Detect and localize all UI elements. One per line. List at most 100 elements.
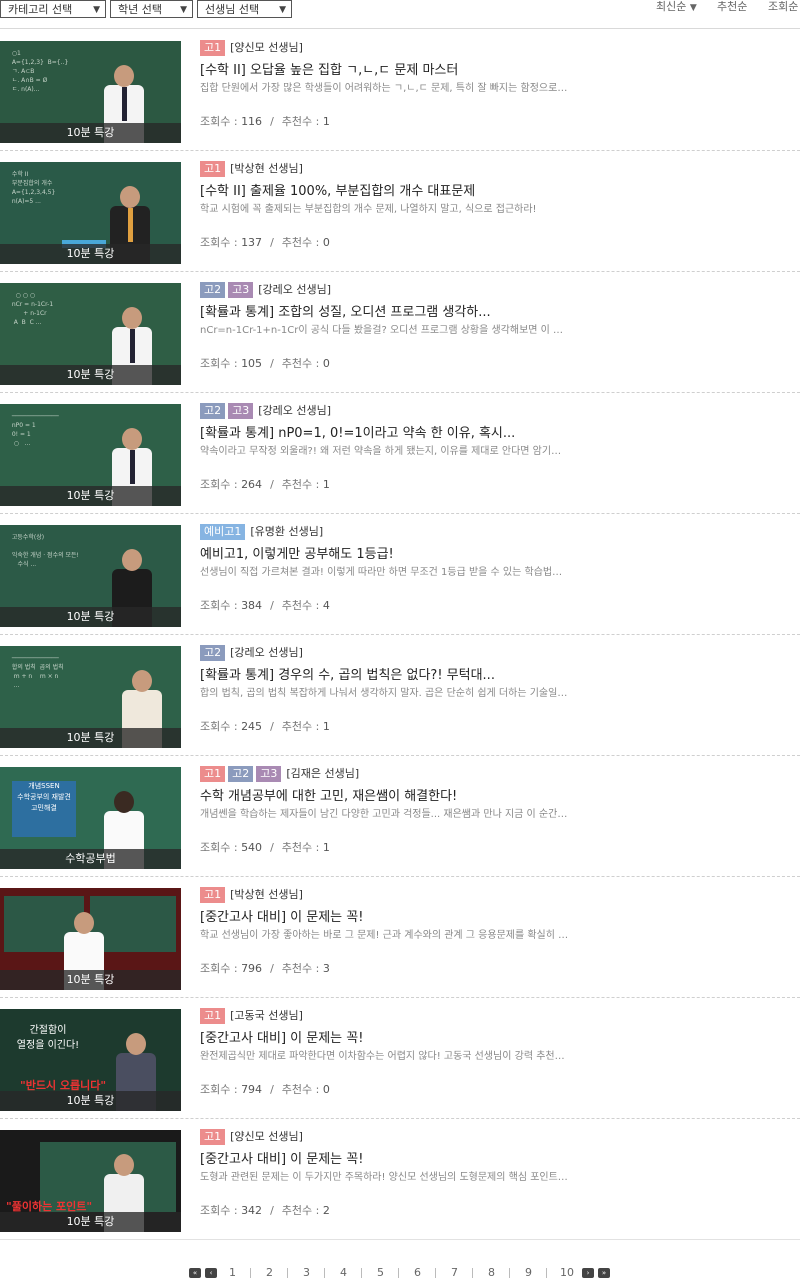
lecture-description: 집합 단원에서 가장 많은 학생들이 어려워하는 ㄱ,ㄴ,ㄷ 문제, 특히 잘 …	[200, 83, 570, 94]
page-link-7[interactable]: 7	[451, 1266, 458, 1280]
video-thumbnail[interactable]: ○1 A={1,2,3} B={..} ㄱ. A⊂B ㄴ. A∩B = Ø ㄷ.…	[0, 41, 181, 143]
grade-badge: 고1	[200, 1129, 226, 1145]
list-item[interactable]: ───────────── 합의 법칙 곱의 법칙 m + n m × n ..…	[0, 635, 800, 756]
lecture-description: 개념쎈을 학습하는 제자들이 남긴 다양한 고민과 걱정들... 재은쌤과 만나…	[200, 809, 570, 820]
grade-badge: 고2	[200, 282, 226, 298]
recommends-label: 추천수 :	[281, 357, 320, 370]
thumbnail-caption: 10분 특강	[0, 486, 181, 506]
filter-bar: 카테고리 선택 ▼ 학년 선택 ▼ 선생님 선택 ▼ 최신순 ▼ 추천순 조회순	[0, 0, 800, 29]
lecture-description: 선생님이 직접 가르쳐본 결과! 이렇게 따라만 하면 무조건 1등급 받을 수…	[200, 567, 570, 578]
lecture-sign: 개념SSEN 수학공부의 재발견 고민해결	[12, 781, 76, 837]
page-link-2[interactable]: 2	[266, 1266, 273, 1280]
sort-latest-label: 최신순	[656, 0, 687, 13]
views-count: 342	[241, 1204, 263, 1217]
video-thumbnail[interactable]: 간절함이 열정을 이긴다! "반드시 오릅니다" 10분 특강	[0, 1009, 181, 1111]
lecture-title[interactable]: [수학 II] 오답율 높은 집합 ㄱ,ㄴ,ㄷ 문제 마스터	[200, 62, 458, 79]
list-item[interactable]: 수학 II 부분집합의 개수 A={1,2,3,4,5} n(A)=5 ... …	[0, 151, 800, 272]
grade-badge: 고2	[200, 403, 226, 419]
list-item[interactable]: 10분 특강 고1 [박상현 선생님] [중간고사 대비] 이 문제는 꼭! 학교…	[0, 877, 800, 998]
thumbnail-caption: 10분 특강	[0, 970, 181, 990]
list-item[interactable]: 개념SSEN 수학공부의 재발견 고민해결 수학공부법 고1 고2 고3 [김재은 선…	[0, 756, 800, 877]
video-thumbnail[interactable]: 수학 II 부분집합의 개수 A={1,2,3,4,5} n(A)=5 ... …	[0, 162, 181, 264]
views-count: 105	[241, 357, 263, 370]
video-thumbnail[interactable]: ○ ○ ○ nCr = n-1Cr-1 + n-1Cr A B C ... 10…	[0, 283, 181, 385]
thumbnail-caption: 10분 특강	[0, 728, 181, 748]
teacher-name: [양신모 선생님]	[230, 1130, 303, 1143]
category-select[interactable]: 카테고리 선택 ▼	[0, 0, 106, 18]
lecture-title[interactable]: [확률과 통계] 경우의 수, 곱의 법칙은 없다?! 무턱대...	[200, 667, 495, 684]
first-page-icon[interactable]: «	[189, 1268, 201, 1278]
lecture-title[interactable]: [확률과 통계] nP0=1, 0!=1이라고 약속 한 이유, 혹시...	[200, 425, 515, 442]
video-thumbnail[interactable]: 10분 특강	[0, 888, 181, 990]
grade-badge: 고3	[256, 766, 282, 782]
lecture-description: 학교 선생님이 가장 좋아하는 바로 그 문제! 근과 계수와의 관계 그 응용…	[200, 930, 570, 941]
lecture-description: 완전제곱식만 제대로 파악한다면 이차함수는 어렵지 않다! 고동국 선생님이 …	[200, 1051, 570, 1062]
grade-select-label: 학년 선택	[118, 3, 162, 16]
lecture-title[interactable]: [확률과 통계] 조합의 성질, 오디션 프로그램 생각하...	[200, 304, 491, 321]
views-label: 조회수 :	[200, 236, 238, 249]
recommends-count: 1	[322, 478, 330, 491]
last-page-icon[interactable]: »	[598, 1268, 610, 1278]
views-label: 조회수 :	[200, 1083, 238, 1096]
grade-badge: 고1	[200, 161, 226, 177]
page-link-3[interactable]: 3	[303, 1266, 310, 1280]
recommends-count: 1	[322, 841, 330, 854]
list-item[interactable]: "풀이하는 포인트" 10분 특강 고1 [양신모 선생님] [중간고사 대비] …	[0, 1119, 800, 1240]
grade-badge: 고1	[200, 887, 226, 903]
recommends-label: 추천수 :	[281, 1204, 320, 1217]
lecture-description: 합의 법칙, 곱의 법칙 복잡하게 나눠서 생각하지 말자. 곱은 단순히 쉽게…	[200, 688, 570, 699]
list-item[interactable]: 고등수학(상) 익숙한 개념 · 점수의 모든! 수식 ... 10분 특강 예…	[0, 514, 800, 635]
lecture-title[interactable]: 예비고1, 이렇게만 공부해도 1등급!	[200, 546, 394, 563]
recommends-label: 추천수 :	[281, 1083, 320, 1096]
sort-latest[interactable]: 최신순 ▼	[656, 0, 697, 15]
sort-recommend[interactable]: 추천순	[717, 0, 747, 14]
views-label: 조회수 :	[200, 599, 238, 612]
views-label: 조회수 :	[200, 962, 238, 975]
teacher-name: [강레오 선생님]	[258, 283, 332, 296]
lecture-title[interactable]: [중간고사 대비] 이 문제는 꼭!	[200, 1151, 363, 1168]
grade-badge: 고2	[228, 766, 254, 782]
teacher-name: [유명환 선생님]	[250, 525, 324, 538]
recommends-count: 3	[322, 962, 330, 975]
next-page-icon[interactable]: ›	[582, 1268, 594, 1278]
grade-badge: 고1	[200, 40, 226, 56]
thumbnail-caption: 10분 특강	[0, 607, 181, 627]
page-link-1[interactable]: 1	[229, 1266, 236, 1280]
video-thumbnail[interactable]: ───────────── nP0 = 1 0! = 1 ○ ... 10분 특…	[0, 404, 181, 506]
page-link-8[interactable]: 8	[488, 1266, 495, 1280]
list-item[interactable]: 간절함이 열정을 이긴다! "반드시 오릅니다" 10분 특강 고1 [고동국 선…	[0, 998, 800, 1119]
teacher-select[interactable]: 선생님 선택 ▼	[197, 0, 292, 18]
list-item[interactable]: ───────────── nP0 = 1 0! = 1 ○ ... 10분 특…	[0, 393, 800, 514]
list-item[interactable]: ○1 A={1,2,3} B={..} ㄱ. A⊂B ㄴ. A∩B = Ø ㄷ.…	[0, 30, 800, 151]
pagination: « ‹ 1 2 3 4 5 6 7 8 9 10 › »	[0, 1265, 800, 1281]
list-item[interactable]: ○ ○ ○ nCr = n-1Cr-1 + n-1Cr A B C ... 10…	[0, 272, 800, 393]
recommends-count: 0	[322, 236, 330, 249]
recommends-label: 추천수 :	[281, 599, 320, 612]
page-link-4[interactable]: 4	[340, 1266, 347, 1280]
video-thumbnail[interactable]: 고등수학(상) 익숙한 개념 · 점수의 모든! 수식 ... 10분 특강	[0, 525, 181, 627]
prev-page-icon[interactable]: ‹	[205, 1268, 217, 1278]
thumbnail-caption: 10분 특강	[0, 1091, 181, 1111]
lecture-title[interactable]: 수학 개념공부에 대한 고민, 재은쌤이 해결한다!	[200, 788, 457, 805]
sort-views[interactable]: 조회순	[768, 0, 798, 14]
recommends-label: 추천수 :	[281, 236, 320, 249]
views-count: 540	[241, 841, 263, 854]
grade-select[interactable]: 학년 선택 ▼	[110, 0, 193, 18]
page-link-9[interactable]: 9	[525, 1266, 532, 1280]
video-thumbnail[interactable]: 개념SSEN 수학공부의 재발견 고민해결 수학공부법	[0, 767, 181, 869]
video-thumbnail[interactable]: "풀이하는 포인트" 10분 특강	[0, 1130, 181, 1232]
thumbnail-caption: 10분 특강	[0, 1212, 181, 1232]
page-link-10[interactable]: 10	[560, 1266, 574, 1280]
views-count: 137	[241, 236, 263, 249]
teacher-name: [박상현 선생님]	[230, 888, 303, 901]
page-link-5[interactable]: 5	[377, 1266, 384, 1280]
video-thumbnail[interactable]: ───────────── 합의 법칙 곱의 법칙 m + n m × n ..…	[0, 646, 181, 748]
teacher-name: [강레오 선생님]	[230, 646, 303, 659]
lecture-title[interactable]: [중간고사 대비] 이 문제는 꼭!	[200, 909, 363, 926]
lecture-title[interactable]: [중간고사 대비] 이 문제는 꼭!	[200, 1030, 363, 1047]
page-link-6[interactable]: 6	[414, 1266, 421, 1280]
views-label: 조회수 :	[200, 720, 238, 733]
views-count: 794	[241, 1083, 263, 1096]
grade-badge: 예비고1	[200, 524, 246, 540]
lecture-title[interactable]: [수학 II] 출제율 100%, 부분집합의 개수 대표문제	[200, 183, 475, 200]
